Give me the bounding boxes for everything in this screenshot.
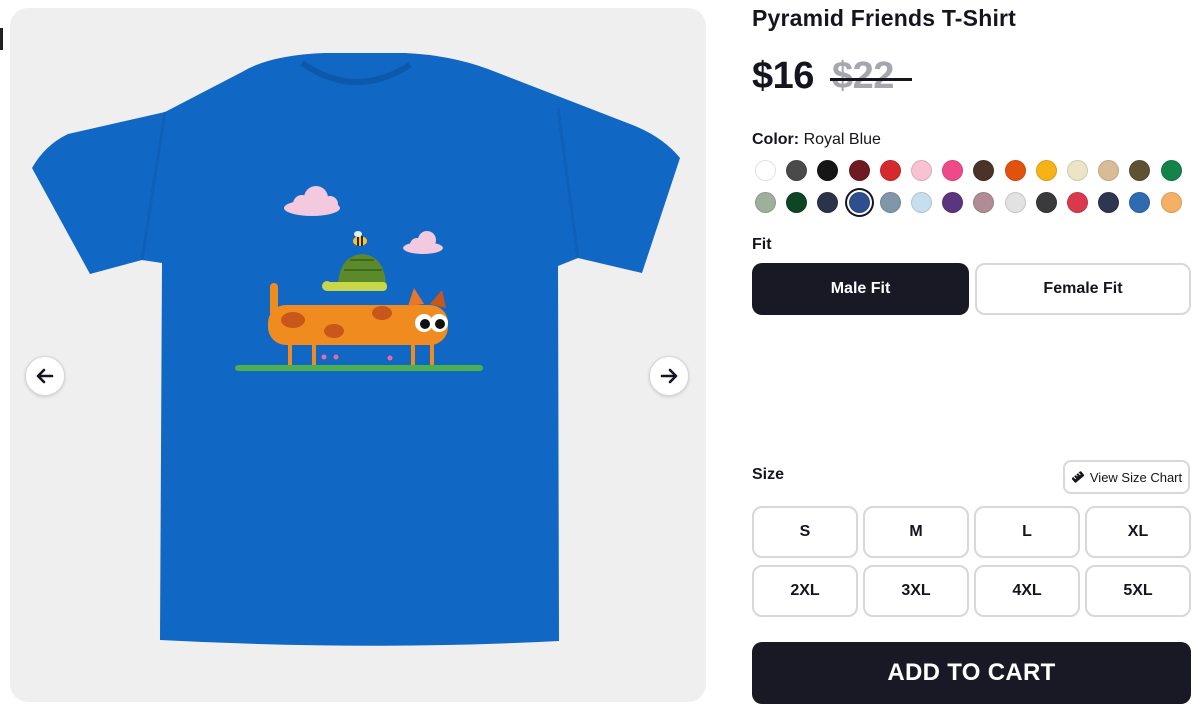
size-option-m[interactable]: M [863,506,969,558]
female-fit-button[interactable]: Female Fit [975,263,1191,315]
color-swatch[interactable] [879,160,901,181]
color-swatch[interactable] [786,160,808,181]
color-swatch[interactable] [973,160,995,181]
size-option-s[interactable]: S [752,506,858,558]
color-swatch[interactable] [1035,160,1057,181]
selected-color-name: Royal Blue [803,131,881,148]
add-to-cart-button[interactable]: ADD TO CART [752,642,1191,704]
size-option-5xl[interactable]: 5XL [1085,565,1191,617]
color-swatch[interactable] [1160,160,1182,181]
color-swatch[interactable] [755,160,776,181]
next-image-button[interactable] [649,356,689,396]
color-swatch[interactable] [911,160,932,181]
color-swatch[interactable] [1004,192,1026,213]
color-label: Color: Royal Blue [752,131,881,149]
color-swatch[interactable] [1035,192,1057,213]
fit-label: Fit [752,236,772,253]
color-swatch[interactable] [1098,192,1120,213]
ruler-icon [1071,471,1084,483]
color-swatch[interactable] [1129,160,1151,181]
current-price: $16 [752,55,814,97]
color-swatch[interactable] [1004,160,1026,181]
color-swatch[interactable] [848,160,870,181]
size-option-xl[interactable]: XL [1085,506,1191,558]
size-option-3xl[interactable]: 3XL [863,565,969,617]
size-label: Size [752,466,785,483]
size-option-grid: S M L XL 2XL 3XL 4XL 5XL [752,506,1192,618]
size-option-2xl[interactable]: 2XL [752,565,858,617]
product-image-gallery [10,8,706,702]
previous-image-button[interactable] [25,356,65,396]
color-swatch-grid [755,160,1195,220]
view-size-chart-label: View Size Chart [1089,469,1183,485]
size-option-l[interactable]: L [974,506,1080,558]
left-edge-marker [0,28,3,50]
product-image [32,53,680,646]
color-swatch[interactable] [1129,192,1151,213]
color-swatch[interactable] [848,192,870,213]
color-swatch[interactable] [755,192,776,213]
arrow-left-icon [36,368,54,384]
color-swatch[interactable] [973,192,995,213]
color-swatch[interactable] [1160,192,1182,213]
color-swatch[interactable] [1067,192,1088,213]
color-swatch[interactable] [817,192,839,213]
color-swatch[interactable] [817,160,839,181]
product-title: Pyramid Friends T-Shirt [752,5,1017,31]
color-swatch[interactable] [786,192,808,213]
color-swatch[interactable] [911,192,932,213]
original-price: $22 [832,55,894,97]
color-swatch[interactable] [1067,160,1088,181]
color-swatch[interactable] [942,160,964,181]
size-option-4xl[interactable]: 4XL [974,565,1080,617]
view-size-chart-button[interactable]: View Size Chart [1063,460,1190,494]
arrow-right-icon [660,368,678,384]
color-swatch[interactable] [879,192,901,213]
color-swatch[interactable] [1098,160,1120,181]
color-label-heading: Color: [752,131,800,148]
male-fit-button[interactable]: Male Fit [752,263,969,315]
price-strikethrough [830,78,912,81]
color-swatch[interactable] [942,192,964,213]
tshirt-shape [32,53,680,646]
